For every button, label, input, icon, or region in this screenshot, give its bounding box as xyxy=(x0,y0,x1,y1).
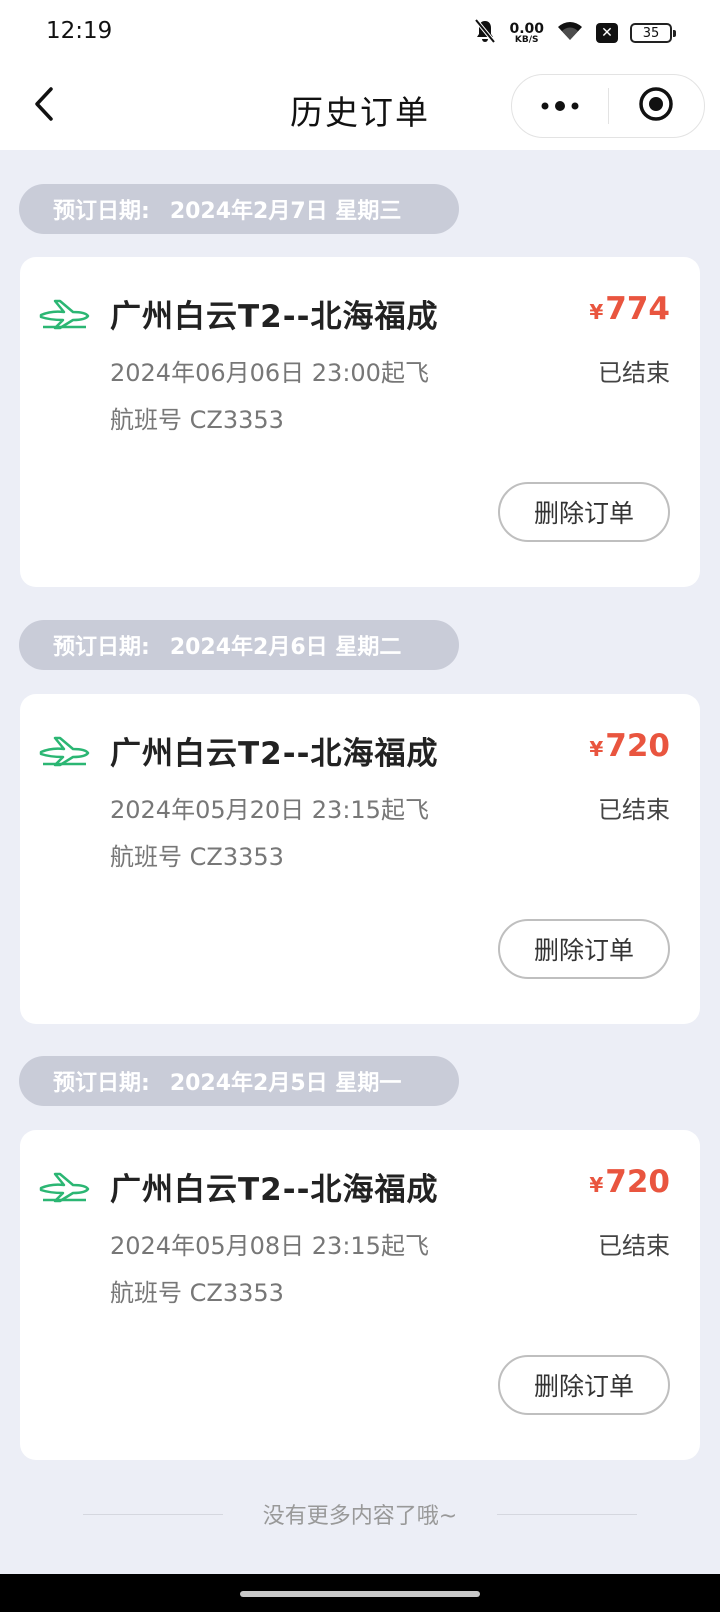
close-mini-program-button[interactable] xyxy=(609,75,705,137)
order-price: ¥ 720 xyxy=(589,728,670,764)
booking-date-pill: 预订日期: 2024年2月7日 星期三 xyxy=(19,184,459,234)
divider-line xyxy=(497,1513,638,1515)
status-icons: 0.00 KB/S ✕ 35 xyxy=(473,18,676,48)
home-indicator[interactable] xyxy=(240,1591,480,1597)
price-value: 720 xyxy=(605,728,670,764)
end-of-list-note: 没有更多内容了哦~ xyxy=(0,1497,720,1531)
booking-date-pill: 预订日期: 2024年2月5日 星期一 xyxy=(19,1056,459,1106)
departure-time: 2024年05月20日 23:15起飞 xyxy=(110,796,429,824)
target-circle-icon xyxy=(638,86,674,126)
order-price: ¥ 720 xyxy=(589,1164,670,1200)
booking-date-value: 2024年2月5日 星期一 xyxy=(169,1071,402,1096)
booking-date-label: 预订日期: xyxy=(53,199,150,224)
bell-off-icon xyxy=(473,18,497,48)
more-dots-icon xyxy=(540,97,580,116)
net-speed: 0.00 KB/S xyxy=(509,22,544,45)
airplane-icon xyxy=(38,732,92,768)
status-time: 12:19 xyxy=(46,18,113,44)
booking-date-value: 2024年2月6日 星期二 xyxy=(169,635,402,660)
net-speed-value: 0.00 xyxy=(509,20,544,37)
departure-time: 2024年05月08日 23:15起飞 xyxy=(110,1232,429,1260)
order-card[interactable]: 广州白云T2--北海福成 ¥ 720 2024年05月08日 23:15起飞 已… xyxy=(20,1130,700,1460)
booking-date-pill: 预订日期: 2024年2月6日 星期二 xyxy=(19,620,459,670)
currency-symbol: ¥ xyxy=(589,737,604,761)
no-more-text: 没有更多内容了哦~ xyxy=(262,1504,458,1529)
currency-symbol: ¥ xyxy=(589,1173,604,1197)
battery-icon: 35 xyxy=(630,23,676,43)
order-price: ¥ 774 xyxy=(589,291,670,327)
status-bar: 12:19 0.00 KB/S ✕ 35 xyxy=(0,0,720,64)
price-value: 720 xyxy=(605,1164,670,1200)
flight-number: 航班号 CZ3353 xyxy=(110,406,284,434)
more-button[interactable] xyxy=(512,75,608,137)
departure-time: 2024年06月06日 23:00起飞 xyxy=(110,359,429,387)
flight-route: 广州白云T2--北海福成 xyxy=(110,1172,439,1208)
delete-order-button[interactable]: 删除订单 xyxy=(498,1355,670,1415)
order-status: 已结束 xyxy=(598,1232,670,1260)
sim-status-icon: ✕ xyxy=(596,23,618,43)
flight-number: 航班号 CZ3353 xyxy=(110,843,284,871)
flight-number: 航班号 CZ3353 xyxy=(110,1279,284,1307)
wifi-icon xyxy=(556,20,584,46)
delete-order-button[interactable]: 删除订单 xyxy=(498,919,670,979)
booking-date-label: 预订日期: xyxy=(53,635,150,660)
price-value: 774 xyxy=(605,291,670,327)
system-gesture-bar xyxy=(0,1574,720,1612)
airplane-icon xyxy=(38,295,92,331)
net-speed-unit: KB/S xyxy=(514,34,539,45)
booking-date-value: 2024年2月7日 星期三 xyxy=(169,199,402,224)
order-card[interactable]: 广州白云T2--北海福成 ¥ 774 2024年06月06日 23:00起飞 已… xyxy=(20,257,700,587)
airplane-icon xyxy=(38,1168,92,1204)
currency-symbol: ¥ xyxy=(589,300,604,324)
delete-order-button[interactable]: 删除订单 xyxy=(498,482,670,542)
nav-bar: 历史订单 xyxy=(0,64,720,150)
flight-route: 广州白云T2--北海福成 xyxy=(110,299,439,335)
mini-program-capsule xyxy=(511,74,705,138)
booking-date-label: 预订日期: xyxy=(53,1071,150,1096)
order-card[interactable]: 广州白云T2--北海福成 ¥ 720 2024年05月20日 23:15起飞 已… xyxy=(20,694,700,1024)
order-status: 已结束 xyxy=(598,796,670,824)
order-status: 已结束 xyxy=(598,359,670,387)
divider-line xyxy=(82,1513,223,1515)
flight-route: 广州白云T2--北海福成 xyxy=(110,736,439,772)
